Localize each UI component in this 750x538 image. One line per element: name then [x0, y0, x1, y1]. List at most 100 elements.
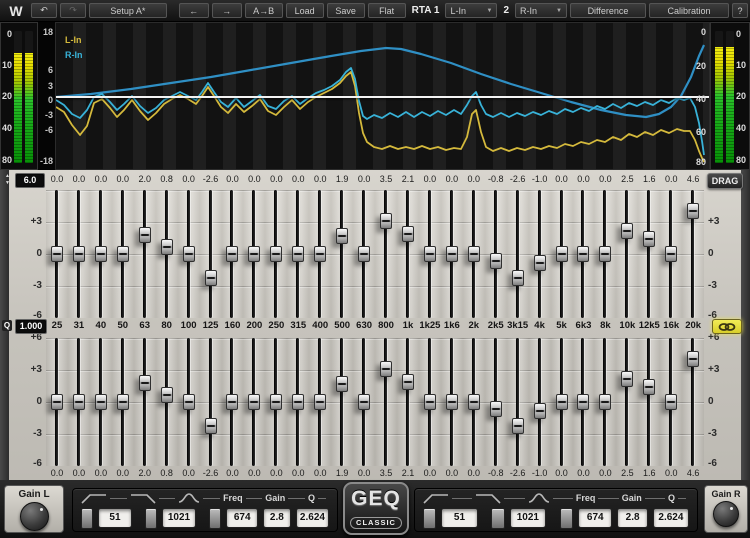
fader-band[interactable]	[484, 190, 507, 318]
fader-band[interactable]	[89, 190, 112, 318]
fader-thumb[interactable]	[687, 351, 700, 368]
fader-thumb[interactable]	[467, 394, 480, 410]
fader-thumb[interactable]	[204, 418, 217, 435]
highpass-enable-button[interactable]	[423, 507, 437, 529]
setup-selector[interactable]: Setup A*	[89, 3, 167, 18]
calibration-button[interactable]: Calibration	[649, 3, 729, 18]
link-channels-button[interactable]	[712, 319, 742, 334]
fader-slot[interactable]	[515, 190, 519, 318]
highpass-enable-button[interactable]	[81, 507, 94, 529]
fader-band[interactable]	[265, 190, 288, 318]
fader-band[interactable]	[331, 190, 354, 318]
fader-thumb[interactable]	[248, 246, 261, 262]
fader-band[interactable]	[660, 190, 683, 318]
fader-thumb[interactable]	[621, 222, 634, 239]
fader-band[interactable]	[397, 338, 419, 466]
fader-thumb[interactable]	[423, 394, 436, 410]
range-value-box[interactable]: 6.0	[15, 173, 45, 188]
fader-thumb[interactable]	[511, 418, 524, 435]
lowpass-enable-button[interactable]	[491, 507, 505, 529]
fader-thumb[interactable]	[511, 270, 524, 287]
fader-band[interactable]	[46, 338, 68, 466]
fader-thumb[interactable]	[621, 370, 634, 387]
fader-band[interactable]	[375, 338, 397, 466]
fader-thumb[interactable]	[533, 255, 546, 272]
fader-band[interactable]	[572, 190, 595, 318]
fader-band[interactable]	[550, 338, 573, 466]
fader-band[interactable]	[418, 190, 441, 318]
fader-thumb[interactable]	[599, 394, 612, 410]
fader-thumb[interactable]	[445, 394, 458, 410]
fader-slot[interactable]	[647, 338, 651, 466]
fader-band[interactable]	[506, 338, 529, 466]
fader-thumb[interactable]	[358, 246, 371, 262]
fader-thumb[interactable]	[248, 394, 261, 410]
fader-band[interactable]	[89, 338, 112, 466]
fader-slot[interactable]	[537, 190, 541, 318]
fader-thumb[interactable]	[72, 246, 85, 262]
fader-slot[interactable]	[208, 338, 212, 466]
difference-button[interactable]: Difference	[570, 3, 646, 18]
fader-band[interactable]	[67, 338, 90, 466]
fader-slot[interactable]	[142, 190, 146, 318]
fader-thumb[interactable]	[577, 394, 590, 410]
fader-thumb[interactable]	[50, 246, 63, 262]
fader-band[interactable]	[111, 190, 134, 318]
fader-thumb[interactable]	[314, 246, 327, 262]
fader-slot[interactable]	[537, 338, 541, 466]
fader-band[interactable]	[331, 338, 354, 466]
fader-band[interactable]	[418, 338, 441, 466]
fader-band[interactable]	[397, 190, 419, 318]
fader-band[interactable]	[638, 190, 661, 318]
bell-enable-button[interactable]	[559, 507, 574, 529]
fader-band[interactable]	[199, 338, 222, 466]
fader-band[interactable]	[484, 338, 507, 466]
fader-thumb[interactable]	[358, 394, 371, 410]
fader-thumb[interactable]	[687, 203, 700, 220]
fader-band[interactable]	[133, 338, 156, 466]
fader-band[interactable]	[155, 190, 178, 318]
fader-thumb[interactable]	[314, 394, 327, 410]
fader-thumb[interactable]	[160, 238, 173, 255]
fader-band[interactable]	[199, 190, 222, 318]
fader-band[interactable]	[353, 338, 376, 466]
fader-thumb[interactable]	[533, 403, 546, 420]
drag-button[interactable]: DRAG	[707, 173, 743, 189]
fader-thumb[interactable]	[94, 246, 107, 262]
range-stepper[interactable]: ▲ ▼	[2, 173, 13, 187]
fader-band[interactable]	[309, 190, 332, 318]
fader-band[interactable]	[572, 338, 595, 466]
fader-thumb[interactable]	[643, 231, 656, 248]
flat-button[interactable]: Flat	[367, 3, 406, 18]
fader-band[interactable]	[462, 190, 485, 318]
rta2-source-select[interactable]: R-In ▼	[515, 3, 567, 18]
fader-band[interactable]	[155, 338, 178, 466]
fader-band[interactable]	[177, 338, 200, 466]
fader-band[interactable]	[594, 190, 617, 318]
fader-slot[interactable]	[384, 190, 388, 318]
fader-thumb[interactable]	[50, 394, 63, 410]
fader-band[interactable]	[616, 338, 639, 466]
fader-slot[interactable]	[647, 190, 651, 318]
fader-thumb[interactable]	[665, 394, 678, 410]
undo-icon[interactable]: ↶	[31, 3, 57, 18]
save-button[interactable]: Save	[326, 3, 365, 18]
fader-thumb[interactable]	[380, 361, 393, 378]
fader-band[interactable]	[638, 338, 661, 466]
q-value-box[interactable]: 1.000	[15, 319, 47, 334]
fader-thumb[interactable]	[226, 394, 239, 410]
help-button[interactable]: ?	[732, 3, 748, 18]
fader-thumb[interactable]	[182, 246, 195, 262]
fader-thumb[interactable]	[270, 246, 283, 262]
bell-gain-display[interactable]: 2.8	[262, 508, 291, 528]
fader-thumb[interactable]	[138, 227, 151, 244]
fader-band[interactable]	[506, 190, 529, 318]
fader-thumb[interactable]	[336, 228, 349, 245]
fader-band[interactable]	[133, 190, 156, 318]
gain-r-knob[interactable]	[713, 501, 739, 527]
bell-q-display[interactable]: 2.624	[652, 508, 690, 528]
fader-band[interactable]	[46, 190, 68, 318]
fader-band[interactable]	[287, 338, 310, 466]
lowpass-freq-display[interactable]: 1021	[162, 508, 196, 528]
bell-freq-display[interactable]: 674	[578, 508, 613, 528]
